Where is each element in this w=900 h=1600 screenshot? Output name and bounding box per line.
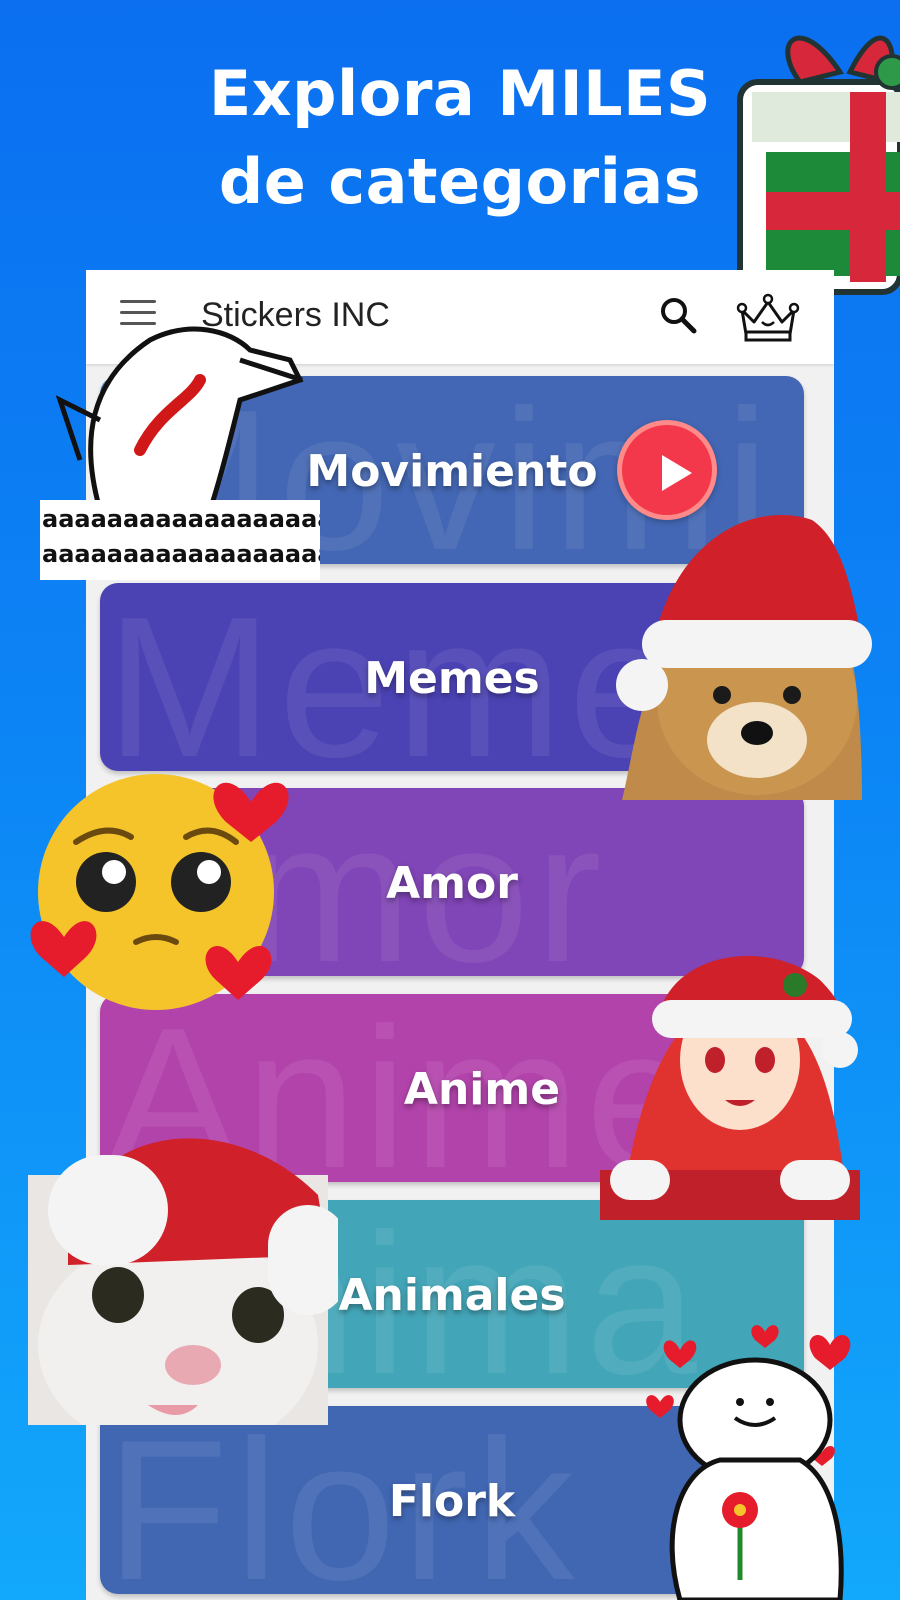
scream-text-line-2: aaaaaaaaaaaaaaaaaaaaaaaaaa [42,540,320,568]
gift-sticker [737,35,900,295]
promo-headline: Explora MILES de categorias [150,50,770,226]
flork-flower-sticker [646,1325,851,1600]
headline-line-2: de categorias [218,145,702,218]
search-icon[interactable] [658,295,698,335]
pleading-emoji-sticker [30,774,289,1010]
santa-dog-sticker [616,515,872,800]
anime-santa-girl-sticker [600,956,860,1220]
headline-line-1: Explora MILES [208,57,712,130]
santa-cat-sticker [28,1138,338,1425]
crown-icon[interactable] [736,288,800,344]
scream-text-line-1: aaaaaaaaaaaaaaaaaaaaaaaaaa [42,505,320,533]
flork-scream-sticker: aaaaaaaaaaaaaaaaaaaaaaaaaa aaaaaaaaaaaaa… [40,326,320,580]
